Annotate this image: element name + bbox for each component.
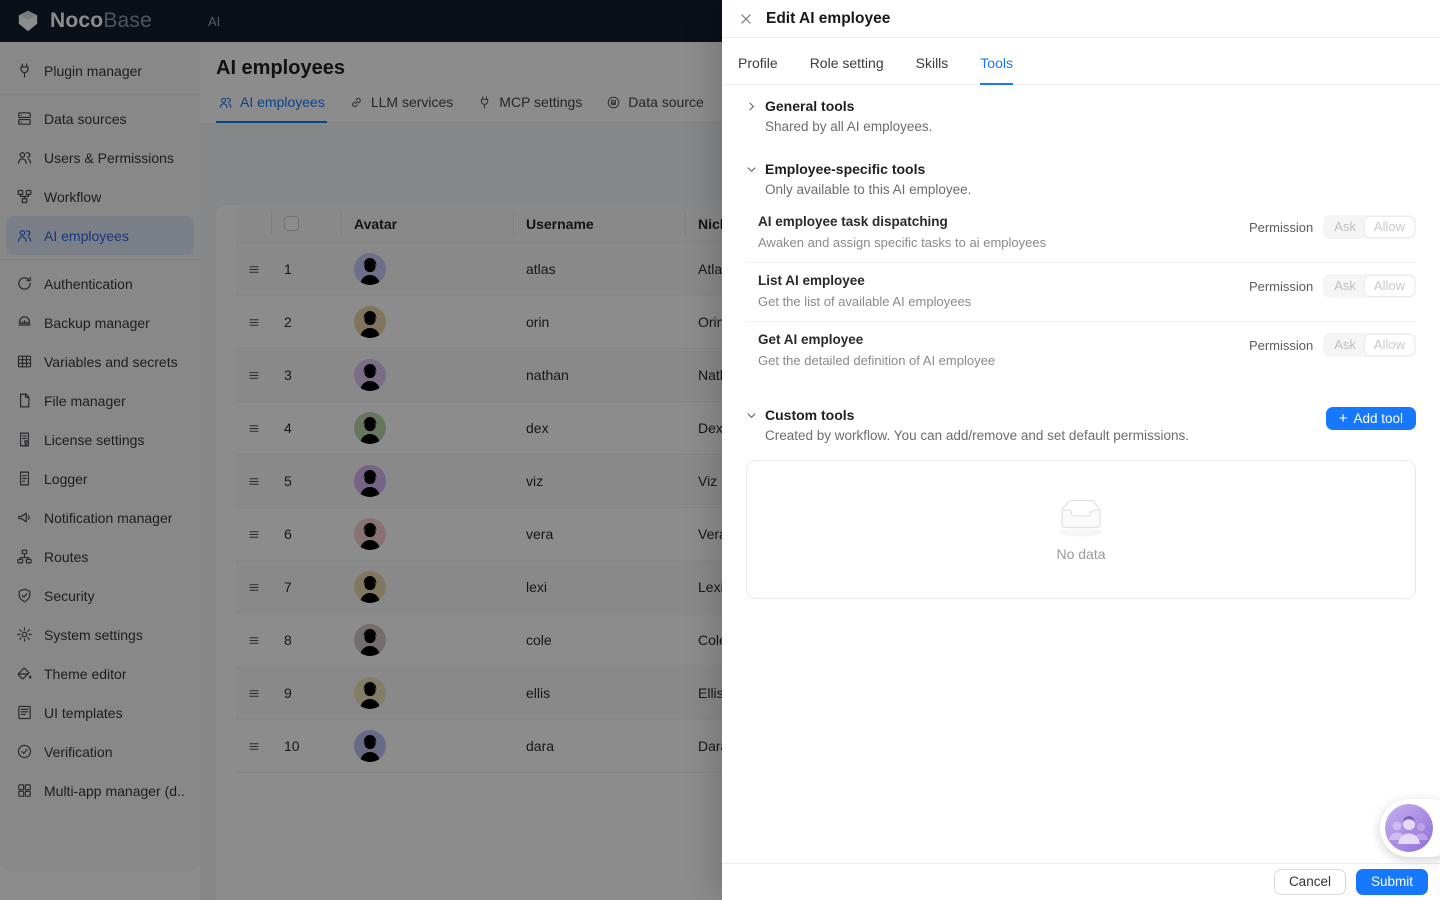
permission-option-allow[interactable]: Allow [1364, 335, 1414, 355]
tool-row-task-dispatching: AI employee task dispatching Awaken and … [746, 204, 1416, 263]
chevron-down-icon[interactable] [746, 164, 757, 175]
add-tool-label: Add tool [1353, 411, 1403, 426]
permission-segmented-control[interactable]: Ask Allow [1323, 215, 1416, 239]
permission-option-ask[interactable]: Ask [1325, 276, 1365, 296]
permission-label: Permission [1248, 219, 1314, 235]
edit-ai-employee-drawer: Edit AI employee Profile Role setting Sk… [722, 0, 1440, 900]
ai-employees-group-avatar [1385, 804, 1433, 852]
tools-list: AI employee task dispatching Awaken and … [746, 204, 1416, 380]
permission-option-allow[interactable]: Allow [1364, 276, 1414, 296]
drawer-tab-bar: Profile Role setting Skills Tools [722, 38, 1440, 85]
drawer-header: Edit AI employee [722, 0, 1440, 38]
drawer-footer: Cancel Submit [722, 863, 1440, 900]
permission-option-ask[interactable]: Ask [1325, 335, 1365, 355]
tool-name: Get AI employee [758, 332, 864, 347]
permission-segmented-control[interactable]: Ask Allow [1323, 333, 1416, 357]
section-title[interactable]: Custom tools [765, 407, 854, 423]
drawer-title: Edit AI employee [766, 9, 891, 27]
drawer-body: General tools Shared by all AI employees… [722, 85, 1440, 863]
custom-tools-empty-panel: No data [746, 460, 1416, 599]
tab-profile[interactable]: Profile [738, 55, 778, 85]
tool-info: List AI employee Get the list of availab… [758, 273, 971, 309]
empty-text: No data [1056, 546, 1106, 562]
tool-info: Get AI employee Get the detailed definit… [758, 332, 995, 368]
submit-button[interactable]: Submit [1355, 869, 1428, 895]
empty-inbox-icon [1059, 500, 1103, 537]
tab-role-setting[interactable]: Role setting [810, 55, 884, 85]
permission-option-allow[interactable]: Allow [1364, 217, 1414, 237]
tool-description: Get the detailed definition of AI employ… [758, 353, 996, 368]
tool-row-get-ai-employee: Get AI employee Get the detailed definit… [746, 322, 1416, 380]
close-icon[interactable] [739, 12, 753, 26]
section-title[interactable]: Employee-specific tools [765, 161, 925, 177]
chevron-down-icon[interactable] [746, 410, 757, 421]
tool-description: Awaken and assign specific tasks to ai e… [758, 235, 1047, 250]
general-tools-section: General tools Shared by all AI employees… [746, 98, 1416, 134]
chevron-right-icon[interactable] [746, 101, 757, 112]
tool-row-list-ai-employee: List AI employee Get the list of availab… [746, 263, 1416, 322]
employee-specific-tools-section: Employee-specific tools Only available t… [746, 161, 1416, 380]
ai-employee-floating-button[interactable] [1380, 799, 1440, 857]
drawer-mask[interactable] [0, 0, 722, 900]
tab-skills[interactable]: Skills [916, 55, 949, 85]
tool-info: AI employee task dispatching Awaken and … [758, 214, 1046, 250]
custom-tools-heading: Custom tools Created by workflow. You ca… [746, 407, 1189, 443]
section-title[interactable]: General tools [765, 98, 854, 114]
add-tool-button[interactable]: + Add tool [1325, 407, 1416, 430]
section-description: Only available to this AI employee. [765, 182, 972, 197]
permission-segmented-control[interactable]: Ask Allow [1323, 274, 1416, 298]
permission-label: Permission [1248, 278, 1314, 294]
tool-name: List AI employee [758, 273, 865, 288]
permission-option-ask[interactable]: Ask [1325, 217, 1365, 237]
custom-tools-section: Custom tools Created by workflow. You ca… [746, 407, 1416, 599]
tool-name: AI employee task dispatching [758, 214, 948, 229]
plus-icon: + [1338, 409, 1348, 427]
cancel-button[interactable]: Cancel [1273, 869, 1346, 895]
tab-tools[interactable]: Tools [980, 55, 1013, 85]
section-description: Created by workflow. You can add/remove … [765, 428, 1189, 443]
permission-label: Permission [1248, 337, 1314, 353]
app-screen: NocoBase AI Plugin manager Data sources … [0, 0, 1440, 900]
tool-description: Get the list of available AI employees [758, 294, 972, 309]
section-description: Shared by all AI employees. [765, 119, 933, 134]
